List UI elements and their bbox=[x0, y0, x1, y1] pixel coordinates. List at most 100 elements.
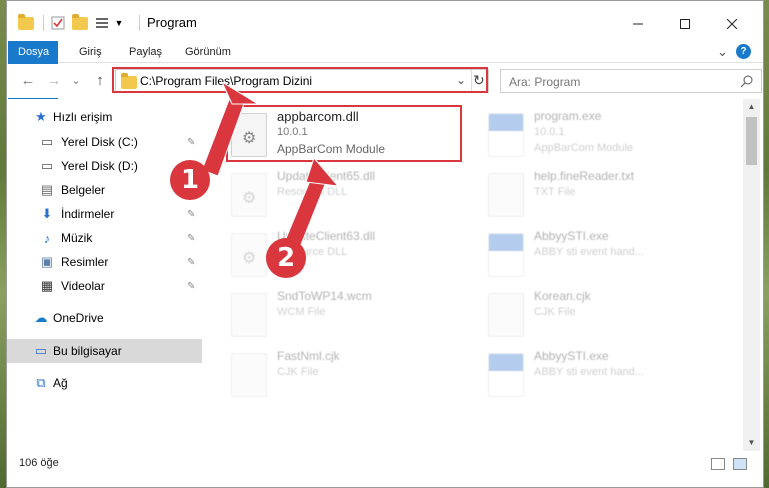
sidebar-item-videos[interactable]: ▦ Videolar ✎ bbox=[7, 274, 202, 298]
sidebar-item-label: Videolar bbox=[61, 279, 105, 293]
ribbon-expand-icon[interactable]: ⌄ bbox=[707, 41, 738, 63]
file-name: AbbyySTI.exe bbox=[534, 349, 609, 363]
sidebar-item-music[interactable]: ♪ Müzik ✎ bbox=[7, 226, 202, 250]
sidebar-item-label: OneDrive bbox=[53, 311, 104, 325]
dll-gear-icon: ⚙ bbox=[231, 173, 267, 217]
sidebar-item-local-disk-c[interactable]: ▭ Yerel Disk (C:) ✎ bbox=[7, 130, 202, 154]
file-tile[interactable]: SndToWP14.wcm WCM File bbox=[231, 289, 471, 347]
sidebar-item-onedrive[interactable]: ☁ OneDrive bbox=[7, 306, 202, 330]
scroll-up-icon[interactable]: ▲ bbox=[743, 99, 760, 115]
up-arrow-icon[interactable]: ↑ bbox=[91, 72, 109, 90]
details-view-icon[interactable] bbox=[711, 458, 725, 470]
title-bar: ▼ Program bbox=[7, 1, 763, 41]
cloud-icon: ☁ bbox=[34, 310, 48, 325]
maximize-icon bbox=[680, 19, 690, 29]
exe-icon bbox=[488, 353, 524, 397]
text-file-icon bbox=[488, 173, 524, 217]
blank-file-icon bbox=[488, 293, 524, 337]
back-arrow-icon[interactable]: ← bbox=[19, 72, 37, 90]
pin-icon[interactable]: ✎ bbox=[187, 281, 195, 292]
file-name: Korean.cjk bbox=[534, 289, 591, 303]
file-tile[interactable]: Korean.cjk CJK File bbox=[488, 289, 728, 347]
scroll-down-icon[interactable]: ▼ bbox=[743, 435, 760, 451]
file-tile[interactable]: ⚙ UpdateClient65.dll Resource DLL bbox=[231, 169, 471, 227]
file-version: 10.0.1 bbox=[534, 126, 565, 138]
file-tile[interactable]: program.exe 10.0.1 AppBarCom Module bbox=[488, 109, 728, 167]
window-title: Program bbox=[147, 15, 197, 30]
divider bbox=[139, 15, 140, 31]
pin-icon[interactable]: ✎ bbox=[187, 137, 195, 148]
recent-locations-icon[interactable]: ⌄ bbox=[67, 72, 85, 90]
sidebar-item-quick-access[interactable]: ★ Hızlı erişim bbox=[7, 105, 202, 129]
tab-home[interactable]: Giriş bbox=[69, 41, 112, 63]
sidebar-item-label: Yerel Disk (D:) bbox=[61, 159, 138, 173]
file-name: UpdateClient65.dll bbox=[277, 169, 376, 183]
sidebar-item-network[interactable]: ⧉ Ağ bbox=[7, 371, 202, 395]
download-icon: ⬇ bbox=[41, 206, 53, 221]
file-tile[interactable]: FastNml.cjk CJK File bbox=[231, 349, 471, 407]
ribbon-tabs: Dosya Giriş Paylaş Görünüm ⌄ ? bbox=[7, 41, 763, 99]
sidebar-item-label: Müzik bbox=[61, 231, 93, 245]
minimize-icon bbox=[633, 23, 643, 25]
item-count: 106 öğe bbox=[19, 457, 59, 469]
close-button[interactable] bbox=[709, 9, 755, 39]
sidebar-item-pictures[interactable]: ▣ Resimler ✎ bbox=[7, 250, 202, 274]
view-menu-icon[interactable] bbox=[93, 13, 111, 33]
file-name: program.exe bbox=[534, 109, 602, 123]
computer-icon: ▭ bbox=[34, 343, 48, 358]
documents-icon: ▤ bbox=[40, 182, 54, 197]
exe-icon bbox=[488, 113, 524, 157]
file-type: ABBY sti event hand... bbox=[534, 366, 644, 378]
file-type: WCM File bbox=[277, 306, 326, 318]
sidebar-item-this-pc[interactable]: ▭ Bu bilgisayar bbox=[7, 339, 202, 363]
network-icon: ⧉ bbox=[36, 375, 46, 390]
maximize-button[interactable] bbox=[662, 9, 708, 39]
file-tile[interactable]: AbbyySTI.exe ABBY sti event hand... bbox=[488, 349, 728, 407]
star-icon: ★ bbox=[35, 109, 47, 124]
sidebar-item-label: Belgeler bbox=[61, 183, 106, 197]
file-name: FastNml.cjk bbox=[277, 349, 340, 363]
sidebar-item-label: Yerel Disk (C:) bbox=[61, 135, 138, 149]
videos-icon: ▦ bbox=[40, 278, 54, 293]
pictures-icon: ▣ bbox=[40, 254, 54, 269]
folder-icon[interactable] bbox=[17, 13, 35, 33]
scrollbar-thumb[interactable] bbox=[746, 117, 757, 165]
search-box[interactable]: Ara: Program bbox=[500, 69, 762, 93]
help-icon[interactable]: ? bbox=[736, 44, 751, 59]
annotation-marker-2: 2 bbox=[266, 238, 306, 278]
large-icons-view-icon[interactable] bbox=[733, 458, 747, 470]
file-tile[interactable]: AbbyySTI.exe ABBY sti event hand... bbox=[488, 229, 728, 287]
sidebar-item-label: Resimler bbox=[61, 255, 109, 269]
pin-icon[interactable]: ✎ bbox=[187, 209, 195, 220]
dropdown-caret-icon[interactable]: ▼ bbox=[113, 13, 125, 33]
search-placeholder: Ara: Program bbox=[509, 75, 581, 89]
sidebar-item-downloads[interactable]: ⬇ İndirmeler ✎ bbox=[7, 202, 202, 226]
close-icon bbox=[727, 19, 737, 29]
sidebar-item-label: Ağ bbox=[53, 376, 68, 390]
file-type: ABBY sti event hand... bbox=[534, 246, 644, 258]
forward-arrow-icon[interactable]: → bbox=[45, 72, 63, 90]
sidebar-item-label: İndirmeler bbox=[61, 207, 115, 221]
properties-check-icon[interactable] bbox=[49, 13, 67, 33]
new-folder-icon[interactable] bbox=[71, 13, 89, 33]
annotation-marker-1: 1 bbox=[170, 160, 210, 200]
file-type: TXT File bbox=[534, 186, 576, 198]
tab-share[interactable]: Paylaş bbox=[119, 41, 172, 63]
minimize-button[interactable] bbox=[615, 9, 661, 39]
drive-icon: ▭ bbox=[40, 158, 54, 173]
pin-icon[interactable]: ✎ bbox=[187, 233, 195, 244]
address-highlight-box bbox=[112, 67, 488, 93]
file-name: AbbyySTI.exe bbox=[534, 229, 609, 243]
tab-view[interactable]: Görünüm bbox=[175, 41, 241, 63]
file-name: help.fineReader.txt bbox=[534, 169, 635, 183]
pin-icon[interactable]: ✎ bbox=[187, 257, 195, 268]
file-type: Resource DLL bbox=[277, 186, 348, 198]
blank-file-icon bbox=[231, 293, 267, 337]
navigation-pane: ★ Hızlı erişim ▭ Yerel Disk (C:) ✎ ▭ Yer… bbox=[7, 99, 202, 451]
sidebar-item-label: Hızlı erişim bbox=[53, 110, 113, 124]
drive-icon: ▭ bbox=[40, 134, 54, 149]
status-bar: 106 öğe bbox=[7, 453, 763, 475]
vertical-scrollbar[interactable]: ▲ ▼ bbox=[743, 99, 760, 451]
file-tile[interactable]: help.fineReader.txt TXT File bbox=[488, 169, 728, 227]
sidebar-item-label: Bu bilgisayar bbox=[53, 344, 122, 358]
